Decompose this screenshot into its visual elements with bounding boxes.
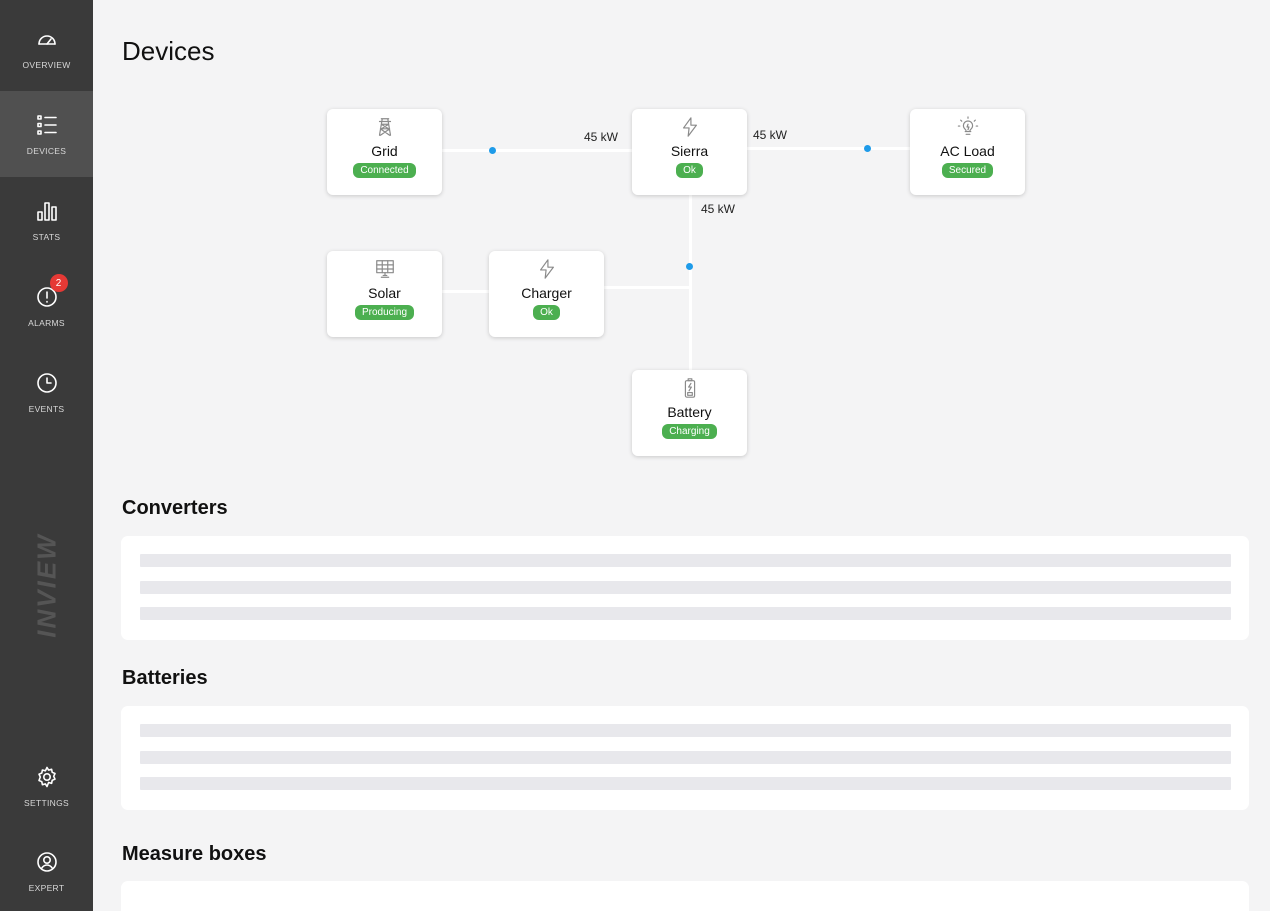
flow-dot bbox=[864, 145, 871, 152]
bolt-icon bbox=[679, 115, 701, 139]
device-card-sierra[interactable]: Sierra Ok bbox=[632, 109, 747, 195]
gear-icon bbox=[34, 764, 60, 790]
section-title-batteries: Batteries bbox=[122, 667, 208, 689]
loading-placeholder-bar bbox=[140, 607, 1231, 620]
device-card-battery[interactable]: Battery Charging bbox=[632, 370, 747, 456]
status-badge: Connected bbox=[353, 163, 416, 178]
battery-icon bbox=[679, 376, 701, 400]
gauge-icon bbox=[34, 26, 60, 52]
status-badge: Ok bbox=[533, 305, 560, 320]
wire-charger-bus bbox=[603, 286, 691, 289]
batteries-panel bbox=[121, 706, 1249, 810]
user-circle-icon bbox=[34, 849, 60, 875]
status-badge: Secured bbox=[941, 163, 994, 178]
measure-boxes-panel bbox=[121, 881, 1249, 911]
nav-events-label: EVENTS bbox=[28, 404, 65, 414]
nav-events[interactable]: EVENTS bbox=[0, 349, 93, 435]
loading-placeholder-bar bbox=[140, 554, 1231, 567]
device-card-solar[interactable]: Solar Producing bbox=[327, 251, 442, 337]
wire-sierra-acload bbox=[745, 147, 911, 150]
nav-overview[interactable]: OVERVIEW bbox=[0, 5, 93, 91]
nav-expert-label: EXPERT bbox=[28, 883, 65, 893]
bolt-icon bbox=[536, 257, 558, 281]
status-badge: Charging bbox=[662, 424, 717, 439]
nav-settings[interactable]: SETTINGS bbox=[0, 743, 93, 829]
brand-text: INVIEW bbox=[31, 532, 62, 638]
bar-chart-icon bbox=[34, 198, 60, 224]
page-title: Devices bbox=[122, 36, 215, 66]
flow-label-sierra-bus: 45 kW bbox=[701, 202, 736, 216]
loading-placeholder-bar bbox=[140, 777, 1231, 790]
device-card-charger[interactable]: Charger Ok bbox=[489, 251, 604, 337]
wire-solar-charger bbox=[440, 290, 490, 293]
status-badge: Ok bbox=[676, 163, 703, 178]
nav-devices[interactable]: DEVICES bbox=[0, 91, 93, 177]
flow-dot bbox=[686, 263, 693, 270]
wire-sierra-battery bbox=[689, 195, 692, 371]
wire-grid-sierra bbox=[441, 149, 632, 152]
device-name: AC Load bbox=[940, 143, 995, 159]
section-title-converters: Converters bbox=[122, 497, 228, 519]
device-name: Battery bbox=[667, 404, 712, 420]
list-icon bbox=[34, 112, 60, 138]
device-name: Charger bbox=[521, 285, 572, 301]
nav-devices-label: DEVICES bbox=[26, 146, 67, 156]
flow-label-sierra-acload: 45 kW bbox=[753, 128, 788, 142]
nav-alarms[interactable]: 2 ALARMS bbox=[0, 263, 93, 349]
lightbulb-icon bbox=[957, 115, 979, 139]
alert-circle-icon: 2 bbox=[34, 274, 68, 310]
solar-panel-icon bbox=[374, 257, 396, 281]
nav-stats-label: STATS bbox=[32, 232, 61, 242]
sidebar: OVERVIEW DEVICES STATS 2 ALARMS EVENTS I… bbox=[0, 0, 93, 911]
device-card-acload[interactable]: AC Load Secured bbox=[910, 109, 1025, 195]
alarm-count-badge: 2 bbox=[49, 274, 68, 292]
nav-overview-label: OVERVIEW bbox=[22, 60, 71, 70]
nav-expert[interactable]: EXPERT bbox=[0, 828, 93, 911]
loading-placeholder-bar bbox=[140, 581, 1231, 594]
nav-stats[interactable]: STATS bbox=[0, 177, 93, 263]
flow-label-grid-sierra: 45 kW bbox=[584, 130, 619, 144]
device-card-grid[interactable]: Grid Connected bbox=[327, 109, 442, 195]
device-name: Sierra bbox=[670, 143, 709, 159]
clock-icon bbox=[34, 370, 60, 396]
flow-dot bbox=[489, 147, 496, 154]
loading-placeholder-bar bbox=[140, 751, 1231, 764]
nav-settings-label: SETTINGS bbox=[24, 798, 69, 808]
nav-alarms-label: ALARMS bbox=[28, 318, 65, 328]
loading-placeholder-bar bbox=[140, 724, 1231, 737]
converters-panel bbox=[121, 536, 1249, 640]
status-badge: Producing bbox=[354, 305, 415, 320]
section-title-measure-boxes: Measure boxes bbox=[122, 843, 267, 865]
device-name: Solar bbox=[368, 285, 401, 301]
device-name: Grid bbox=[371, 143, 398, 159]
brand-logo: INVIEW bbox=[18, 525, 76, 645]
power-tower-icon bbox=[374, 115, 396, 139]
